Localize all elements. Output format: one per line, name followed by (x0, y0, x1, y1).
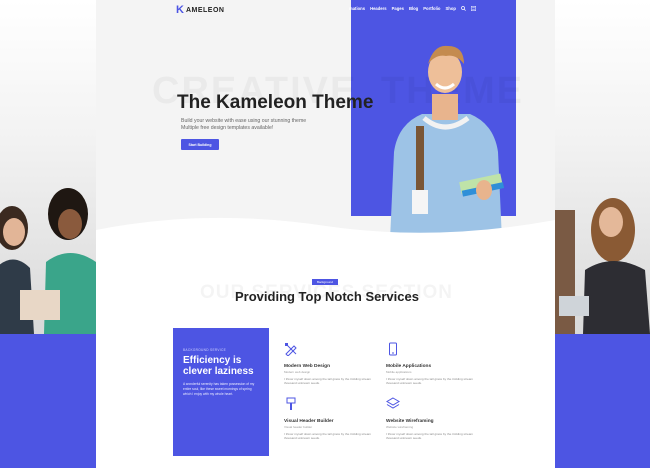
card-label: BACKGROUND SERVICE (183, 348, 227, 352)
logo-mark: K (176, 4, 184, 16)
service-subtitle: Visual header builder (284, 425, 313, 429)
card-title-line-2: clever laziness (183, 366, 254, 377)
service-description: I throw myself down among the tall grass… (284, 432, 372, 441)
services-badge: Background (312, 279, 338, 285)
right-side-photo (555, 0, 650, 468)
website-preview: CREATIVE THEME K AMELEON mations Headers… (96, 0, 555, 468)
right-blue-band (555, 334, 650, 468)
start-building-button[interactable]: Start Building (181, 139, 219, 150)
hero-wave-divider (96, 217, 555, 250)
card-title-line-1: Efficiency is (183, 355, 242, 366)
service-item-header-builder[interactable]: Visual Header Builder Visual header buil… (284, 397, 384, 441)
logo-wordmark: AMELEON (185, 6, 225, 14)
service-name: Modern Web Design (284, 364, 331, 369)
brand-logo[interactable]: K AMELEON (176, 4, 224, 16)
service-item-wireframing[interactable]: Website Wireframing Website wireframing … (386, 397, 486, 441)
students-photo-left (0, 188, 96, 334)
search-icon[interactable] (461, 6, 466, 11)
hero-subtitle-line-2: Multiple free design templates available… (181, 124, 274, 131)
card-title: Efficiency is clever laziness (183, 355, 254, 377)
service-item-mobile-apps[interactable]: Mobile Applications Mobile applications … (386, 342, 486, 386)
service-description: I throw myself down among the tall grass… (386, 432, 474, 441)
nav-item-headers[interactable]: Headers (370, 6, 387, 11)
service-name: Mobile Applications (386, 364, 432, 369)
brush-icon (286, 397, 296, 410)
nav-item-pages[interactable]: Pages (392, 6, 404, 11)
left-side-photo (0, 0, 96, 468)
mobile-icon (389, 342, 397, 356)
pencil-ruler-icon (285, 343, 297, 357)
main-nav: mations Headers Pages Blog Portfolio Sho… (349, 6, 476, 11)
nav-item-portfolio[interactable]: Portfolio (423, 6, 440, 11)
service-subtitle: Modern web design (284, 370, 311, 374)
card-text: A wonderful serenity has taken possessio… (183, 382, 255, 396)
service-name: Website Wireframing (386, 419, 434, 424)
hero-subtitle-line-1: Build your website with ease using our s… (181, 118, 307, 124)
left-blue-band (0, 334, 96, 468)
layers-icon (386, 397, 400, 409)
service-subtitle: Mobile applications (386, 370, 412, 374)
nav-item-shop[interactable]: Shop (445, 6, 455, 11)
students-photo-right (555, 198, 650, 334)
nav-item-blog[interactable]: Blog (409, 6, 418, 11)
service-description: I throw myself down among the tall grass… (386, 377, 474, 386)
services-feature-card: BACKGROUND SERVICE Efficiency is clever … (173, 328, 269, 456)
service-subtitle: Website wireframing (386, 425, 414, 429)
hero-title: The Kameleon Theme (177, 92, 374, 113)
nav-item-animations[interactable]: mations (349, 6, 365, 11)
menu-icon[interactable] (470, 6, 476, 11)
service-description: I throw myself down among the tall grass… (284, 377, 372, 386)
service-name: Visual Header Builder (284, 419, 334, 424)
hero-subtitle: Build your website with ease using our s… (181, 118, 306, 132)
service-item-web-design[interactable]: Modern Web Design Modern web design I th… (284, 342, 384, 386)
services-title: Providing Top Notch Services (235, 289, 419, 304)
